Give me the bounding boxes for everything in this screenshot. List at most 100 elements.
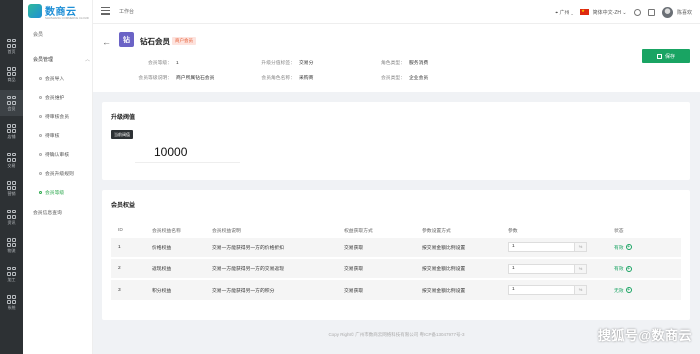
rail-item-4[interactable]: 交易 — [0, 147, 23, 173]
rail-item-2[interactable]: 会员 — [0, 90, 23, 116]
level-name: 钻石会员 — [140, 37, 170, 46]
cell-id: 2 — [111, 257, 145, 279]
column-header: 权益获取方式 — [344, 229, 373, 235]
percent-unit: % — [574, 286, 586, 294]
rail-item-7[interactable]: 物流 — [0, 233, 23, 259]
sidebar-item[interactable]: 会员等级 — [39, 189, 64, 196]
param-input[interactable]: 1% — [508, 285, 587, 295]
top-bar: 工作台 ⌖ 广州 ⌄ 简体中文-ZH ⌄ 陈喜欢 — [93, 0, 700, 24]
cell-name: 价格权益 — [145, 236, 205, 258]
sidebar-item-label: 会员导入 — [45, 77, 65, 82]
cell-id: 1 — [111, 236, 145, 258]
rail-item-3[interactable]: 店铺 — [0, 119, 23, 145]
bullet-icon — [39, 191, 42, 194]
bullet-icon — [39, 153, 42, 156]
sidebar-item-member-query[interactable]: 会员信息查询 — [33, 209, 62, 216]
cell-param_mode: 按交易金额比例设置 — [415, 257, 501, 279]
status-badge[interactable]: 有效 + — [614, 244, 632, 251]
grid-icon — [7, 181, 16, 190]
notification-bell-icon[interactable] — [633, 8, 641, 16]
threshold-value[interactable]: 10000 — [154, 145, 187, 159]
threshold-card: 升级阀值 当前阀值 10000 — [102, 102, 690, 180]
menu-toggle-icon[interactable] — [101, 7, 110, 15]
sidebar-header: 会员 — [33, 32, 44, 38]
rail-item-label: 商品 — [7, 77, 16, 82]
language-selector[interactable]: 简体中文-ZH ⌄ — [580, 8, 627, 16]
rail-item-6[interactable]: 资讯 — [0, 204, 23, 230]
grid-icon — [7, 38, 16, 48]
cell-param: 1% — [501, 236, 607, 258]
cell-param: 1% — [501, 257, 607, 279]
message-icon[interactable] — [647, 8, 655, 16]
rail-item-9[interactable]: 系统 — [0, 290, 23, 316]
cell-id: 3 — [111, 278, 145, 300]
bullet-icon — [39, 77, 42, 80]
sidebar-group-member-management[interactable]: 会员管理 ︿ — [33, 56, 90, 63]
table-row: 1 价格权益 交易一方能获得另一方的价格折扣 交易获取 按交易金额比例设置 1% 有效 + — [111, 236, 681, 258]
watermark: 搜狐号@数商云 — [597, 328, 692, 343]
sidebar-item[interactable]: 会员升级规则 — [39, 170, 74, 177]
cell-param: 1% — [501, 278, 607, 300]
cell-status: 有效 + — [607, 236, 681, 258]
sidebar-item-label: 会员升级规则 — [45, 172, 74, 177]
china-flag-icon — [580, 8, 590, 16]
sidebar-item[interactable]: 会员维护 — [39, 94, 64, 101]
column-header: 会员权益说明 — [212, 229, 241, 235]
status-badge[interactable]: 有效 + — [614, 265, 632, 272]
bullet-icon — [39, 172, 42, 175]
sidebar-item[interactable]: 待审核会员 — [39, 113, 69, 120]
bullet-icon — [39, 115, 42, 118]
field-role-name: 会员角色名称： 采购商 — [261, 76, 314, 81]
threshold-underline — [135, 162, 240, 163]
cell-desc: 交易一方能获得另一方的价格折扣 — [205, 236, 337, 258]
avatar — [661, 6, 673, 18]
rail-item-label: 交易 — [7, 162, 16, 168]
location-pin-icon: ⌖ — [555, 9, 559, 16]
chevron-up-icon: ︿ — [84, 57, 90, 63]
level-header: ← 钻 钻石会员 商户会员 会员等级： 1 会员等级说明： 商户所属钻石会员 升级分… — [93, 24, 700, 92]
sidebar-item[interactable]: 待审核 — [39, 132, 59, 139]
column-header: 会员权益名称 — [152, 229, 181, 235]
back-arrow-icon[interactable]: ← — [102, 37, 111, 47]
column-header: 参数 — [508, 229, 518, 235]
sidebar-item-label: 待审核 — [45, 134, 60, 139]
threshold-title: 升级阀值 — [111, 115, 136, 121]
cell-desc: 交易一方能获得另一方的积分 — [205, 278, 337, 300]
region-selector[interactable]: ⌖ 广州 ⌄ — [555, 9, 573, 16]
rail-item-5[interactable]: 营销 — [0, 176, 23, 202]
sidebar-item-label: 会员维护 — [45, 96, 65, 101]
field-role-type: 角色类型： 服务消费 — [381, 61, 429, 66]
rail-item-label: 系统 — [7, 305, 16, 310]
benefits-title: 会员权益 — [111, 203, 136, 209]
current-threshold-tag: 当前阀值 — [111, 130, 133, 139]
rail-item-0[interactable]: 首页 — [0, 33, 23, 59]
icon-rail: 首页商品会员店铺交易营销资讯物流 加工系统 — [0, 0, 23, 354]
cell-status: 有效 + — [607, 257, 681, 279]
grid-icon — [7, 152, 16, 162]
save-button[interactable]: 保存 — [642, 49, 690, 63]
column-header: 参数设置方式 — [422, 229, 451, 235]
table-header-row: ID 会员权益名称 会员权益说明 权益获取方式 参数设置方式 参数 状态 — [111, 225, 681, 237]
rail-item-label: 店铺 — [7, 134, 16, 139]
column-header: 状态 — [614, 229, 624, 235]
status-badge[interactable]: 无效 + — [614, 287, 632, 294]
sidebar-item-label: 会员等级 — [45, 191, 65, 196]
rail-item-1[interactable]: 商品 — [0, 62, 23, 88]
cell-desc: 交易一方能获得另一方的交易返现 — [205, 257, 337, 279]
param-input[interactable]: 1% — [508, 263, 587, 274]
bullet-icon — [39, 96, 42, 99]
grid-icon — [7, 124, 16, 133]
cell-acquire: 交易获取 — [337, 236, 415, 258]
param-input[interactable]: 1% — [508, 242, 587, 253]
sidebar-group-label: 会员管理 — [33, 57, 54, 63]
sidebar-item[interactable]: 待确认审核 — [39, 151, 69, 158]
sidebar-item[interactable]: 会员导入 — [39, 75, 64, 82]
rail-item-8[interactable]: 加工 — [0, 261, 23, 287]
bullet-icon — [39, 134, 42, 137]
rail-item-label: 首页 — [7, 48, 16, 54]
field-level: 会员等级： 1 — [148, 61, 179, 66]
rail-item-label: 营销 — [7, 191, 16, 196]
add-circle-icon: + — [625, 265, 632, 272]
diamond-level-badge: 钻 — [119, 32, 134, 47]
user-menu[interactable]: 陈喜欢 — [661, 6, 692, 18]
